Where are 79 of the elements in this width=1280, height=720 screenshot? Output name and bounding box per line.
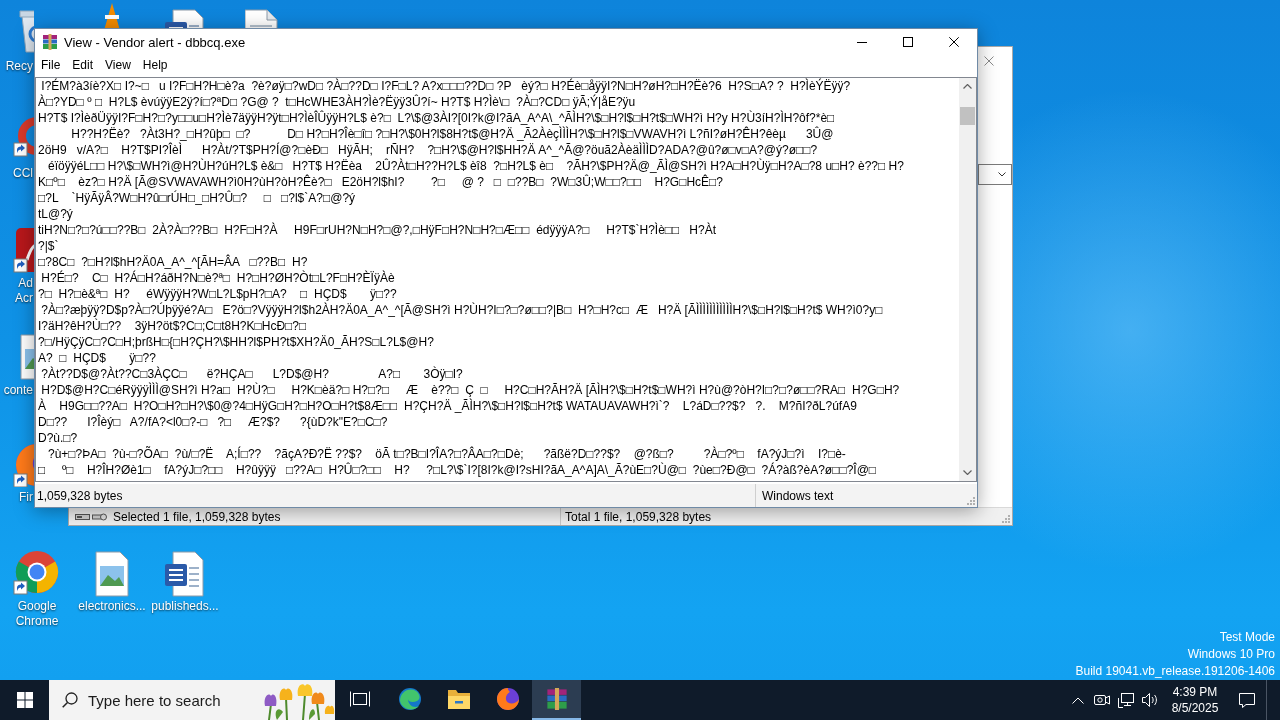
icon-label: Chrome	[15, 614, 59, 629]
status-text: Selected 1 file, 1,059,328 bytes	[113, 509, 281, 524]
icon-label: conte	[3, 383, 33, 398]
caret-down-icon	[963, 470, 972, 475]
text-line: I?ÉM?à3íè?X□ I?~□ u I?F□H?H□è?a ?è?øÿ□?wD□ ?À□??D□ I?F□L? A?x□□□??D□ ?P èý?□ H?Éè□åÿÿI?N□H?øH?□H?Ëè?6 H?S□A? ? H?ÌèÝËÿÿ?	[40, 78, 851, 94]
text-line: □ º□ H?ÎH?Øè1□ fA?ýJ□?□□ H?ûÿÿÿ □??A□ H?Û□?□□ H? ?□L?\$`I?[8I?k@I?sHI?ãA_A^A]A\_Ã?ùE□?Ù@□ ?ùe□?Ð@□ ?Á?àß?èA?ø□□?Î@□	[38, 462, 877, 478]
document-icon[interactable]	[245, 8, 281, 28]
menu-item[interactable]: Help	[136, 55, 174, 75]
menu-item[interactable]: Edit	[66, 55, 100, 75]
menu-item[interactable]: View	[99, 55, 137, 75]
search-field[interactable]: Type here to search	[49, 680, 335, 720]
text-line: 2öH9 v/A?□ H?T$PI?ÎèÌ H?Àt/?T$PH?Í@?□èÐ□ HÿÃH; rÑH? ?□H?\$@H?l$HH?Ä A^_^Ã@?öuã2ÀèäÌÌÌD?ADA?@û?ø□v□A?@ý?ø□□?	[38, 142, 818, 158]
text-line: ?□/HÿÇÿC□?C□H;þrßH□{□H?ÇH?\$HH?l$PH?t$XH?Ä0_ÃH?S□L?L$@H?	[38, 334, 434, 350]
status-text: Total 1 file, 1,059,328 bytes	[565, 509, 712, 524]
network-icon	[1118, 692, 1134, 708]
close-icon	[949, 37, 959, 47]
icon-label: Ad	[18, 276, 33, 291]
text-line: A? □ HÇD$ ÿ□??	[38, 350, 156, 366]
menu-item[interactable]: File	[35, 55, 67, 75]
text-line: D□?? I?Îèý□ A?/fA?<l0□?-□ ?□ Æ?$? ?{ùD?k"E?□C□?	[38, 414, 388, 430]
swoosh-tile-icon[interactable]	[13, 226, 34, 274]
search-icon	[62, 692, 78, 708]
text-line: ?À□?æþÿÿ?D$p?À□?Úþÿÿé?A□ E?ö□?VÿÿÿH?l$h2ÀH?Ä0A_A^_^[Ã@SH?ì H?ÙH?I□?□?ø□□?|B□ H?□H?c□ Æ H?Ä [ÃÌÌÌÌÌÌÌÌÌÌÌH?\$□H?l$□H?t$ WH?ì0?y□	[40, 302, 883, 318]
text-line: K□º□ èz?□ H?Ä [Ã@SVWAVAWH?ì0H?ùH?òH?Êè?□ E2öH?l$hI? ?□ @ ? □ □??B□ ?W□3Û;W□□?□□ H?G□HcÊ□?	[38, 174, 724, 190]
window-title: View - Vendor alert - dbbcq.exe	[64, 34, 246, 50]
text-line: À H9G□□??A□ H?O□H?□H?\$0@?4□HÿG□H?□H?O□H?t$8Æ□□ H?ÇH?Ä _ÃÌH?\$□H?l$□H?t$ WATAUAVAWH?ì`? L?áD□??$? ?. M?ñI?ðL?úfA9	[38, 398, 857, 414]
segmented-circle-icon[interactable]	[13, 548, 61, 596]
books-stack-icon	[545, 688, 568, 710]
status-text: Windows text	[762, 488, 834, 503]
text-line: éïöÿÿéL□□ H?\$□WH?ì@H?ÙH?úH?L$ è&□ H?T$ H?Ëèa 2Û?Àt□H??H?L$ èî8 ?□H?L$ è□ ?ÃH?\$PH?Ä@_ÃÌ@SH?ì H?A□H?Ùÿ□H?A□?8 u□H? è??□ H?	[47, 158, 904, 174]
minimize-icon	[857, 41, 867, 43]
camera-icon	[1094, 693, 1110, 707]
caret-icon	[998, 172, 1006, 177]
text-line: I?äH?êH?Ù□?? 3ÿH?öt$?C□;C□t8H?K□HcÐ□?□	[38, 318, 307, 334]
caret-up-icon	[963, 84, 972, 89]
text-line: ?Àt??D$@?Àt??C□3ÀÇC□ ë?HÇA□ L?D$@H? A?□ 3Òÿ□I?	[40, 366, 463, 382]
text-line: À□?YD□ º □ H?L$ èvúÿÿE2ÿ?í□?ªD□ ?G@ ? t□HcWHE3ÀH?Ìè?Ëÿÿ3Û?í~ H?T$ H?Ìè\□ ?À□?CD□ ÿÃ;Ý|åE?ÿu	[38, 94, 636, 110]
drive-icon	[75, 511, 90, 522]
resize-grip-icon[interactable]	[965, 495, 975, 505]
text-line: H?D$@H?C□éRÿÿÿÌÌÌ@SH?ì H?a□ H?Ù?□ H?K□èä?□ H?□?□ Æ è??□ Ç □ H?C□H?ÃH?Ä [ÃÌH?\$□H?t$□WH?ì H?ù@?òH?I□?□?ø□□?RA□ H?G□H?	[40, 382, 900, 398]
text-line: tiH?N□?□?ú□□??B□ 2À?À□??B□ H?F□H?À H9F□rUH?N□H?□@?,□HÿF□H?N□H?□Æ□□ édÿÿÿA?□ H?T$`H?Ìè□□ H?Àt	[38, 222, 716, 238]
books-stack-icon	[42, 34, 58, 50]
globe-icon	[495, 687, 520, 711]
icon-label: electronics...	[78, 599, 146, 614]
text-line: □?L `HÿÃÿÂ?W□H?û□rÚH□_□H?Û□? □ □?l$`A?□@?ý	[38, 190, 356, 206]
chevron-up-icon	[1072, 696, 1084, 704]
icon-label: CCl	[13, 166, 33, 181]
maximize-icon	[903, 37, 913, 47]
text-line: ?|$`	[38, 238, 59, 254]
start-icon	[16, 692, 33, 708]
system-info-text: Windows 10 Pro	[1187, 646, 1275, 663]
close-icon	[984, 56, 994, 66]
disk-drive-icon	[92, 511, 107, 522]
icon-label: publisheds...	[151, 599, 219, 614]
document-icon[interactable]	[165, 8, 205, 28]
icon-label: Recy	[5, 59, 33, 74]
text-line: H??H?Ëè? ?Àt3H?_□H?ûþ□ □? D□ H?□H?Îè□î□ ?□H?\$0H?l$8H?t$@H?Ä _Ã2ÀèçÌÌÌH?\$□H?l$□VWAVH?ì L?ñI?øH?ÊH?êèµ 3Û@	[70, 126, 834, 142]
icon-label: Acr	[15, 291, 33, 306]
text-line: H?T$ I?ÌèðÜÿÿI?F□H?□?y□□u□H?Ìè7äÿÿH?ÿt□H?ÌèÎÛÿÿH?L$ è?□ L?\$@3ÀI?[0I?k@I?ãA_A^A\_^ÃÌH?\$□H?l$□H?t$□WH?ì H?y H?Ù3íH?ÌH?ôf?*è□	[38, 110, 835, 126]
text-line: □?8C□ ?□H?l$hH?Ä0A_A^_^[ÃH=ÂA □??B□ H?	[38, 254, 308, 270]
clock-button[interactable]: 4:39 PM 8/5/2025	[1162, 680, 1228, 720]
resize-grip-icon[interactable]	[1000, 513, 1010, 523]
text-line: ?□ H?□è&ª□ H? éWÿÿÿH?W□L?L$pH?□A? □ HÇD$ ÿ□??	[38, 286, 397, 302]
scroll-thumb[interactable]	[960, 107, 975, 125]
text-line: tL@?ý	[38, 206, 73, 222]
icon-label: Fir	[19, 490, 33, 505]
system-info-text: Test Mode	[1219, 629, 1275, 646]
system-info-text: Build 19041.vb_release.191206-1406	[1075, 663, 1275, 680]
folder-icon	[446, 688, 471, 710]
swirl-icon	[397, 687, 422, 711]
notification-icon	[1239, 692, 1255, 708]
text-line: ?ù+□?ÞA□ ?ù-□?ÕA□ ?ù/□?Ë A;Í□?? ?ãçA?Ð?Ë ??$? öÃ t□?B□I?ÎA?□?ÂA□?□Dè; ?ãßë?D□??$? @?ß□? ?À□?º□ fA?ýJ□?ì I?□è-	[47, 446, 846, 462]
icon-label: Google	[17, 599, 57, 614]
task-view-icon	[350, 691, 370, 707]
speaker-icon	[1142, 692, 1158, 708]
text-line: D?ù.□?	[38, 430, 78, 446]
text-line: H?É□? C□ H?Á□H?áðH?N□è?ª□ H?□H?ØH?Òt□L?F□H?ÈÏÿÀè	[40, 270, 395, 286]
status-text: 1,059,328 bytes	[37, 488, 123, 503]
dropdown[interactable]	[978, 164, 1012, 185]
